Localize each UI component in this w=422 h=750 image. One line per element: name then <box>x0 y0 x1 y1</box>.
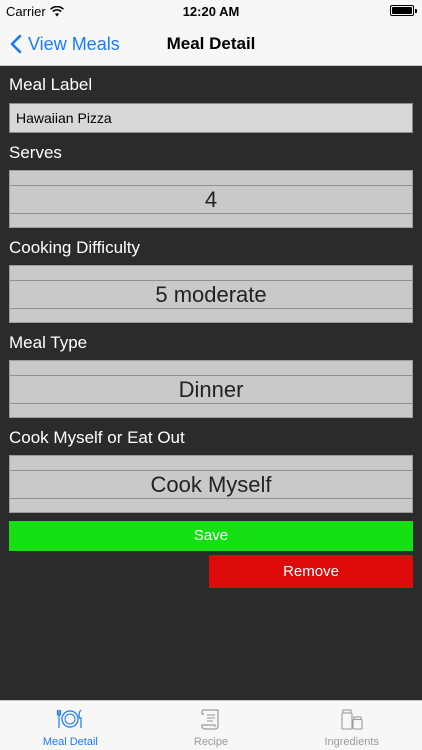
meal-type-label: Meal Type <box>9 333 88 352</box>
tab-recipe[interactable]: Recipe <box>141 701 282 750</box>
jars-icon <box>341 709 363 730</box>
cook-or-eat-out-label: Cook Myself or Eat Out <box>9 428 185 447</box>
serves-label: Serves <box>9 143 62 162</box>
remove-button[interactable]: Remove <box>209 555 413 588</box>
battery-icon <box>390 5 417 16</box>
tab-recipe-label: Recipe <box>193 736 229 748</box>
tab-ingredients[interactable]: Ingredients <box>281 701 422 750</box>
serves-value: 4 <box>204 187 218 212</box>
plate-cutlery-icon <box>57 709 82 728</box>
tab-bar: Meal Detail Recipe Ingredients <box>0 700 422 750</box>
save-button[interactable]: Save <box>9 521 413 551</box>
back-button-label: View Meals <box>28 33 120 54</box>
tab-ingredients-label: Ingredients <box>324 736 379 748</box>
tab-meal-detail-label: Meal Detail <box>42 736 98 748</box>
tab-meal-detail[interactable]: Meal Detail <box>0 701 141 750</box>
chevron-left-icon <box>10 34 22 54</box>
cooking-difficulty-label: Cooking Difficulty <box>9 238 141 257</box>
meal-label-label: Meal Label <box>9 75 93 94</box>
status-time: 12:20 AM <box>182 4 240 19</box>
cooking-difficulty-value: 5 moderate <box>155 282 267 307</box>
meal-type-picker[interactable]: Dinner <box>9 360 413 418</box>
status-bar: Carrier 12:20 AM <box>0 0 422 22</box>
meal-label-input[interactable]: Hawaiian Pizza <box>9 103 413 133</box>
scroll-icon <box>201 709 219 730</box>
meal-type-value: Dinner <box>178 377 244 402</box>
cook-or-eat-out-value: Cook Myself <box>150 472 272 497</box>
navigation-bar: View Meals Meal Detail <box>0 22 422 66</box>
serves-picker[interactable]: 4 <box>9 170 413 228</box>
cook-or-eat-out-picker[interactable]: Cook Myself <box>9 455 413 513</box>
back-button[interactable]: View Meals <box>10 22 120 66</box>
meal-detail-form: Meal Label Hawaiian Pizza Serves 4 Cooki… <box>0 66 422 700</box>
cooking-difficulty-picker[interactable]: 5 moderate <box>9 265 413 323</box>
